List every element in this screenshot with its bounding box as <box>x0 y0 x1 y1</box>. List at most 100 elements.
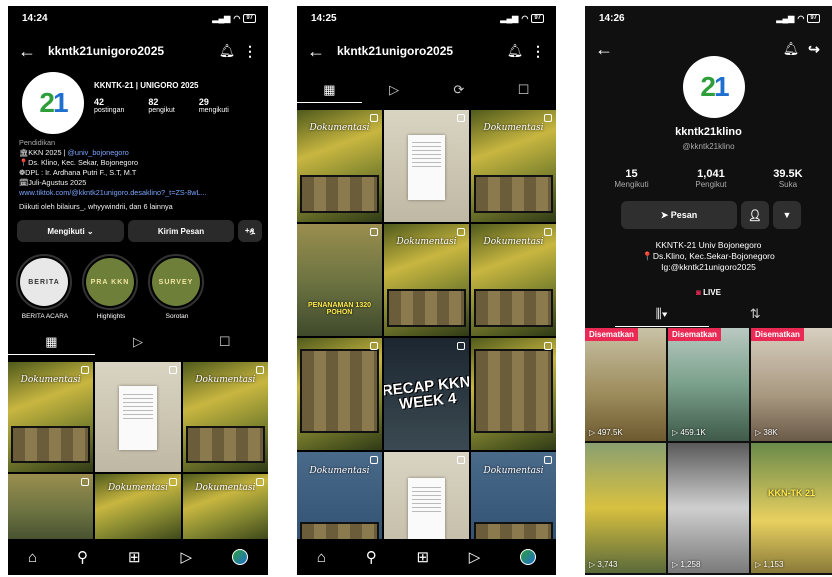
home-icon[interactable]: ⌂ <box>28 549 37 566</box>
profile-name: kkntk21klino <box>675 126 742 138</box>
highlight-cover: BERITA <box>20 258 68 306</box>
view-count: ▷ 459.1K <box>672 428 706 437</box>
profile-avatar-icon[interactable] <box>520 549 537 565</box>
post-thumbnail[interactable]: Dokumentasi <box>95 474 181 546</box>
profile-avatar[interactable]: 21 <box>683 56 745 118</box>
dropdown-button[interactable]: ▼ <box>773 201 801 229</box>
stat-likes[interactable]: 39.5K Suka <box>773 168 802 189</box>
followed-by-text[interactable]: Diikuti oleh bilaiurs_, whyywindrii, dan… <box>19 202 173 211</box>
reels-icon[interactable]: ▷ <box>469 548 481 566</box>
tab-reposts[interactable]: ⟳ <box>427 82 492 103</box>
message-button-label: Pesan <box>670 210 698 220</box>
profile-username: kkntk21unigoro2025 <box>48 44 165 58</box>
post-thumbnail[interactable]: Dokumentasi <box>297 110 382 222</box>
post-thumbnail[interactable]: Dokumentasi <box>384 224 469 336</box>
bio-external-link[interactable]: www.tiktok.com/@kkntk21unigoro.desaklino… <box>19 188 259 197</box>
post-thumbnail[interactable] <box>471 338 556 450</box>
search-icon[interactable]: ⚲ <box>77 548 88 566</box>
following-button[interactable]: Mengikuti ⌄ <box>17 220 124 242</box>
tab-reposts-icon[interactable]: ⇅ <box>709 306 803 327</box>
live-icon: ◙ <box>696 288 701 297</box>
stat-followers[interactable]: 82 pengikut <box>148 97 174 114</box>
more-options-icon[interactable]: ⋮ <box>242 43 258 60</box>
profile-stats: 42 postingan 82 pengikut 29 mengikuti <box>94 97 229 114</box>
video-thumbnail[interactable]: Disematkan ▷ 497.5K <box>585 328 666 441</box>
highlight-label: Sorotan <box>165 313 189 320</box>
follow-options-button[interactable]: 👤︎ <box>741 201 769 229</box>
message-button[interactable]: ➤ Pesan <box>621 201 737 229</box>
video-thumbnail[interactable]: Disematkan ▷ 459.1K <box>668 328 749 441</box>
share-icon[interactable]: ↪ <box>806 41 822 58</box>
highlight-label: Highlights <box>96 313 126 320</box>
pinned-badge: Disematkan <box>668 328 721 341</box>
search-icon[interactable]: ⚲ <box>366 548 377 566</box>
highlight-highlights[interactable]: PRA KKN Highlights <box>82 254 140 320</box>
home-icon[interactable]: ⌂ <box>317 549 326 566</box>
back-arrow-icon[interactable]: ← <box>595 39 625 60</box>
video-thumbnail[interactable]: ▷ 1,258 <box>668 443 749 573</box>
post-thumbnail[interactable]: PENANAMAN 1320 POHON <box>297 224 382 336</box>
stat-followers[interactable]: 1,041 Pengikut <box>695 168 726 189</box>
post-thumbnail[interactable]: Dokumentasi <box>182 474 268 546</box>
mention-link[interactable]: @univ_bojonegoro <box>67 148 128 157</box>
notification-bell-icon[interactable]: 🔔︎ <box>500 43 530 59</box>
bio-line-4: 🗓Juli-Agustus 2025 <box>19 178 87 187</box>
create-post-icon[interactable]: ⊞ <box>416 548 429 566</box>
post-thumbnail[interactable] <box>8 474 94 546</box>
profile-handle: @kkntk21klino <box>682 142 735 151</box>
video-thumbnail[interactable]: Disematkan ▷ 38K <box>751 328 832 441</box>
video-thumbnail[interactable]: KKN-TK 21 ▷ 1,153 <box>751 443 832 573</box>
tab-grid[interactable]: ▦ <box>8 334 95 355</box>
wifi-icon: ◠ <box>233 13 241 23</box>
live-indicator[interactable]: ◙ LIVE <box>585 288 832 297</box>
video-thumbnail[interactable]: ▷ 3,743 <box>585 443 666 573</box>
tab-tagged[interactable]: ☐ <box>181 334 268 355</box>
post-thumbnail[interactable]: Dokumentasi <box>471 110 556 222</box>
view-count: ▷ 497.5K <box>589 428 623 437</box>
back-arrow-icon[interactable]: ← <box>18 41 48 62</box>
highlight-sorotan[interactable]: SURVEY Sorotan <box>148 254 206 320</box>
tab-reels[interactable]: ▷ <box>95 334 182 355</box>
create-post-icon[interactable]: ⊞ <box>128 548 141 566</box>
view-count: ▷ 1,258 <box>672 560 701 569</box>
stat-following[interactable]: 15 Mengikuti <box>614 168 648 189</box>
post-caption-overlay: PENANAMAN 1320 POHON <box>307 302 372 316</box>
tab-reels[interactable]: ▷ <box>362 82 427 103</box>
reels-icon[interactable]: ▷ <box>180 548 192 566</box>
send-message-button[interactable]: Kirim Pesan <box>128 220 234 242</box>
post-thumbnail[interactable]: Dokumentasi <box>471 224 556 336</box>
post-thumbnail[interactable] <box>384 110 469 222</box>
pinned-badge: Disematkan <box>585 328 638 341</box>
profile-tabs: ▦ ▷ ☐ <box>8 334 268 355</box>
video-caption-overlay: KKN-TK 21 <box>767 488 815 498</box>
tab-grid[interactable]: ▦ <box>297 82 362 103</box>
stat-posts[interactable]: 42 postingan <box>94 97 124 114</box>
instagram-profile-screen: 14:24 ▂▄▆ ◠ 97 ← kkntk21unigoro2025 🔔︎ ⋮ 2… <box>8 6 268 575</box>
post-thumbnail[interactable] <box>297 338 382 450</box>
bio-line-1: 🏛KKN 2025 | @univ_bojonegoro <box>19 148 129 157</box>
video-grid: Disematkan ▷ 497.5K Disematkan ▷ 459.1K Di… <box>585 328 832 573</box>
stat-following[interactable]: 29 mengikuti <box>199 97 229 114</box>
view-count: ▷ 3,743 <box>589 560 618 569</box>
post-thumbnail[interactable]: Dokumentasi <box>182 362 268 472</box>
notification-bell-icon[interactable]: 🔔︎ <box>212 43 242 59</box>
view-count: ▷ 38K <box>755 428 778 437</box>
chevron-down-icon: ▼ <box>782 210 792 220</box>
notification-bell-icon[interactable]: 🔔︎ <box>776 41 806 57</box>
post-thumbnail[interactable] <box>95 362 181 472</box>
profile-avatar-icon[interactable] <box>231 549 248 565</box>
profile-avatar[interactable]: 21 <box>22 72 84 134</box>
bio-line: 📍Ds.Klino, Kec.Sekar-Bojonegoro <box>642 251 775 261</box>
kkn-logo-icon: 21 <box>39 87 68 118</box>
profile-username: kkntk21unigoro2025 <box>337 44 454 58</box>
back-arrow-icon[interactable]: ← <box>307 41 337 62</box>
add-person-button[interactable]: +ዿ <box>238 220 262 242</box>
post-thumbnail[interactable]: RECAP KKN WEEK 4 <box>384 338 469 450</box>
highlight-berita-acara[interactable]: BERITA BERITA ACARA <box>16 254 74 320</box>
post-grid: Dokumentasi Dokumentasi Dokumentasi Doku… <box>8 362 268 546</box>
post-grid: Dokumentasi Dokumentasi PENANAMAN 1320 P… <box>297 110 556 572</box>
post-thumbnail[interactable]: Dokumentasi <box>8 362 94 472</box>
tab-tagged[interactable]: ☐ <box>491 82 556 103</box>
more-options-icon[interactable]: ⋮ <box>530 43 546 60</box>
tab-videos-grid-icon[interactable]: ⫼▾ <box>615 306 709 327</box>
